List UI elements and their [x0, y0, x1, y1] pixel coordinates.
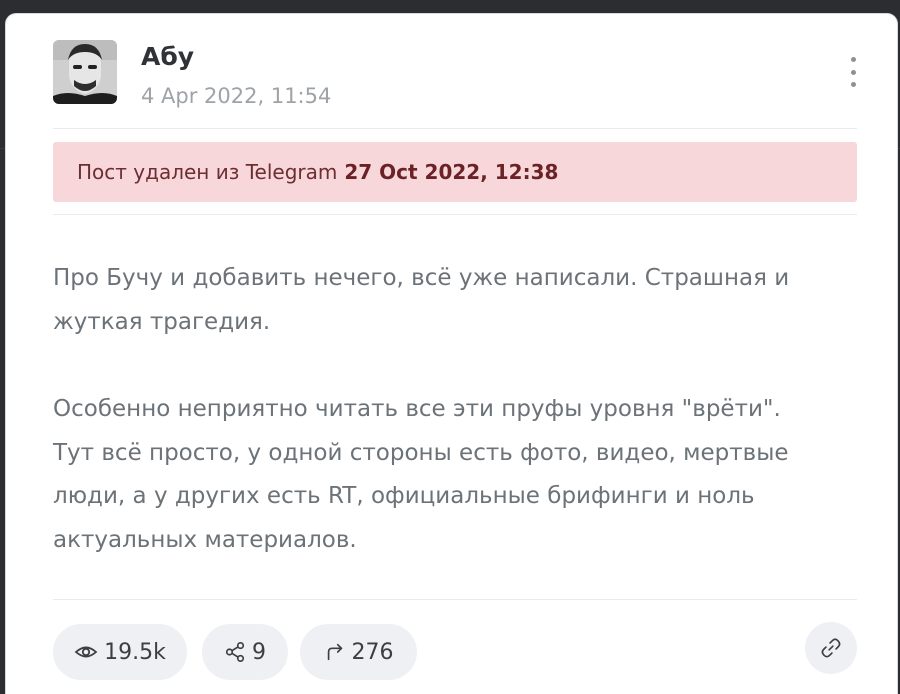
link-icon — [821, 638, 841, 658]
menu-dot — [850, 69, 856, 75]
forward-arrow-icon — [327, 643, 342, 661]
post-date: 4 Apr 2022, 11:54 — [141, 84, 332, 108]
views-counter[interactable]: 19.5k — [53, 624, 187, 680]
more-options-icon[interactable] — [841, 54, 865, 90]
views-count: 19.5k — [104, 639, 166, 665]
copy-link-button[interactable] — [805, 622, 857, 674]
eye-icon — [74, 646, 98, 658]
post-card: Абу 4 Apr 2022, 11:54 Пост удален из Tel… — [6, 14, 897, 694]
author-name[interactable]: Абу — [141, 42, 194, 71]
deleted-notice-date: 27 Oct 2022, 12:38 — [344, 160, 559, 184]
forwards-count: 276 — [351, 639, 394, 665]
avatar[interactable] — [53, 40, 117, 104]
post-paragraph: Особенно неприятно читать все эти пруфы … — [53, 396, 789, 553]
header-divider — [53, 128, 857, 129]
post-body: Про Бучу и добавить нечего, всё уже напи… — [53, 257, 853, 562]
shares-count: 9 — [252, 639, 266, 665]
footer-divider — [53, 599, 857, 600]
post-paragraph: Про Бучу и добавить нечего, всё уже напи… — [53, 265, 790, 335]
menu-dot — [850, 57, 856, 62]
deleted-notice-text: Пост удален из Telegram — [77, 160, 338, 184]
deleted-notice-banner: Пост удален из Telegram 27 Oct 2022, 12:… — [53, 142, 857, 202]
forwards-counter[interactable]: 276 — [300, 624, 417, 680]
shares-counter[interactable]: 9 — [202, 624, 288, 680]
share-nodes-icon — [225, 642, 245, 662]
menu-dot — [850, 82, 856, 87]
banner-divider — [53, 214, 857, 215]
avatar-photo — [53, 40, 117, 104]
